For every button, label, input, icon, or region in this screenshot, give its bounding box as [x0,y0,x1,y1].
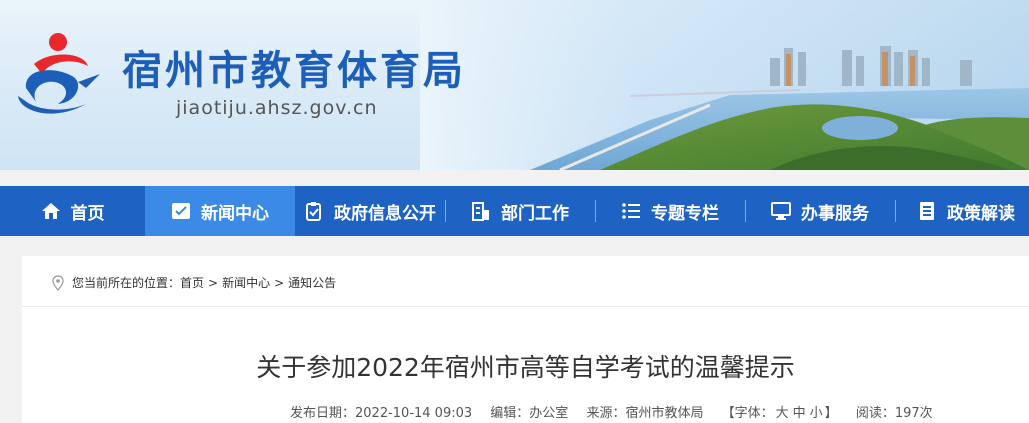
site-title: 宿州市教育体育局 [122,48,466,94]
breadcrumb-link-home[interactable]: 首页 [180,274,204,291]
nav-item-special-topics[interactable]: 专题专栏 [595,186,745,236]
breadcrumb: 您当前所在的位置： 首页 > 新闻中心 > 通知公告 [52,274,336,291]
breadcrumb-prefix: 您当前所在的位置： [72,276,181,290]
breadcrumb-separator: > [274,275,285,290]
breadcrumb-link-news[interactable]: 新闻中心 [222,274,270,291]
nav-item-gov-info[interactable]: 政府信息公开 [295,186,445,236]
font-size-control: 【字体：大中小】 [722,406,838,421]
article-title: 关于参加2022年宿州市高等自学考试的温馨提示 [256,353,795,382]
divider [22,306,1029,307]
header-banner: 宿州市教育体育局 jiaotiju.ahsz.gov.cn [0,0,1029,170]
font-size-label: 【字体： [721,406,774,421]
nav-item-label: 办事服务 [801,203,869,224]
bureau-logo-icon [18,33,100,114]
nav-item-dept-work[interactable]: 部门工作 [445,186,595,236]
editor: 编辑：办公室 [490,406,569,421]
article-panel: 您当前所在的位置： 首页 > 新闻中心 > 通知公告 关于参加2022年宿州市高… [22,256,1029,423]
main-nav: 首页 新闻中心 政府信息公开 部门工作 专题专栏 办事服务 政策解读 [0,186,1029,236]
location-pin-icon [52,274,64,291]
font-size-small-button[interactable]: 小 [810,406,823,421]
article-meta: 发布日期：2022-10-14 09:03 编辑：办公室 来源：宿州市教体局 【… [290,402,947,421]
view-count: 阅读：197次 [855,406,933,421]
monitor-icon [771,202,791,220]
source: 来源：宿州市教体局 [586,406,704,421]
nav-item-label: 部门工作 [501,203,569,224]
site-domain: jiaotiju.ahsz.gov.cn [176,97,378,119]
nav-item-policy[interactable]: 政策解读 [895,186,1029,236]
breadcrumb-separator: > [208,275,219,290]
breadcrumb-link-notices[interactable]: 通知公告 [288,274,336,291]
font-size-large-button[interactable]: 大 [776,406,789,421]
nav-item-label: 首页 [70,203,105,224]
publish-date: 发布日期：2022-10-14 09:03 [290,406,473,421]
nav-item-label: 政府信息公开 [334,203,436,224]
document-icon [920,202,934,220]
building-icon [472,202,489,221]
list-icon [622,203,640,219]
font-size-close: 】 [824,406,838,421]
city-scene-image [530,46,1029,170]
font-size-medium-button[interactable]: 中 [793,406,806,421]
nav-item-label: 政策解读 [947,203,1015,224]
home-icon [41,203,60,219]
nav-item-news[interactable]: 新闻中心 [145,186,295,236]
nav-item-home[interactable]: 首页 [0,186,145,236]
nav-item-services[interactable]: 办事服务 [745,186,895,236]
nav-item-label: 新闻中心 [201,203,269,224]
nav-item-label: 专题专栏 [651,203,719,224]
news-icon [172,203,190,219]
clipboard-check-icon [306,202,321,221]
